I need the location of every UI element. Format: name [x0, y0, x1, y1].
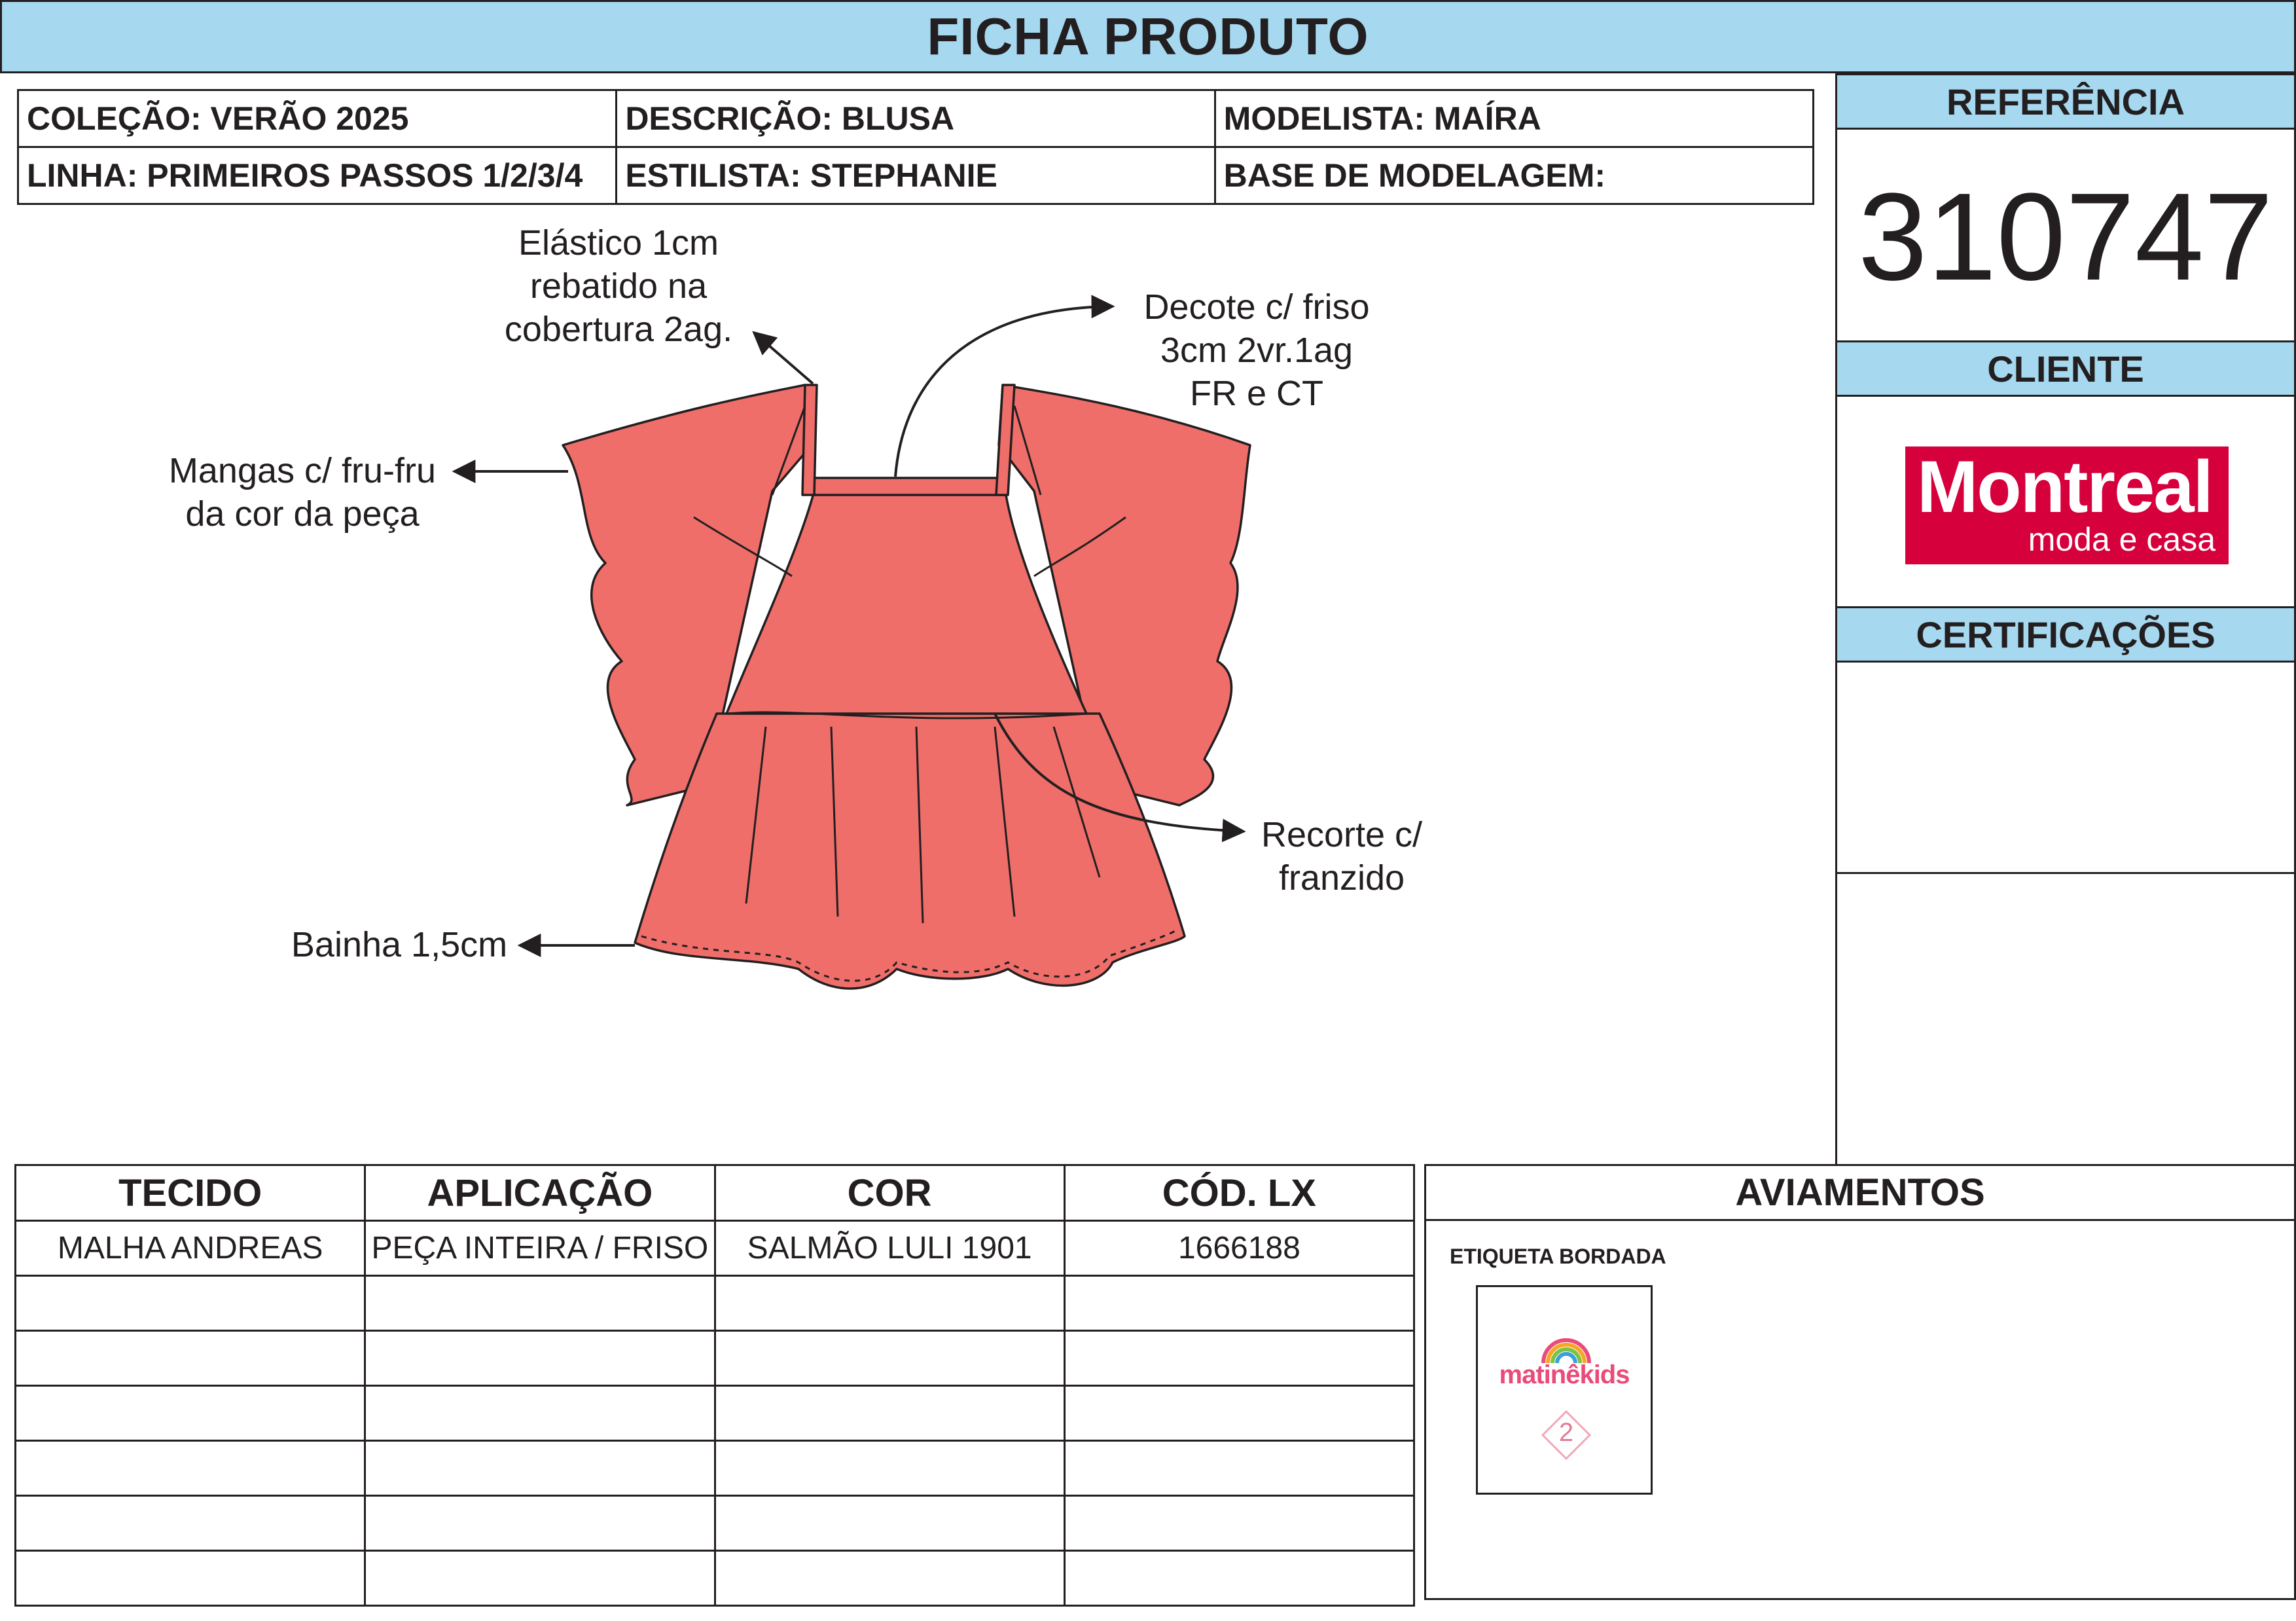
product-info-table: COLEÇÃO: VERÃO 2025 DESCRIÇÃO: BLUSA MOD… [16, 89, 1815, 205]
label-brand: matinêkids [1499, 1360, 1630, 1389]
info-row: COLEÇÃO: VERÃO 2025 DESCRIÇÃO: BLUSA MOD… [16, 89, 1815, 148]
col-aplicacao: APLICAÇÃO [364, 1164, 716, 1222]
label-size: 2 [1558, 1418, 1574, 1447]
cell [364, 1440, 716, 1497]
client-logo-sub: moda e casa [2028, 521, 2215, 558]
info-collection: COLEÇÃO: VERÃO 2025 [16, 89, 618, 148]
annotation-line: Decote c/ friso [1143, 287, 1370, 327]
table-row: MALHA ANDREAS PEÇA INTEIRA / FRISO SALMÃ… [14, 1220, 1416, 1277]
cell [14, 1330, 367, 1387]
col-tecido: TECIDO [14, 1164, 367, 1222]
cell-aplicacao: PEÇA INTEIRA / FRISO [364, 1220, 716, 1277]
cell [364, 1550, 716, 1607]
page-title: FICHA PRODUTO [0, 0, 2296, 73]
annotation-line: Mangas c/ fru-fru [168, 451, 437, 490]
info-pattern-maker: MODELISTA: MAÍRA [1213, 89, 1815, 148]
trim-item-label: ETIQUETA BORDADA [1450, 1245, 1666, 1268]
neckline-band [813, 477, 1007, 496]
cell-cod-lx: 1666188 [1063, 1220, 1416, 1277]
annotation-line: Elástico 1cm [518, 223, 719, 263]
certifications-heading: CERTIFICAÇÕES [1837, 606, 2294, 663]
cell [713, 1275, 1066, 1332]
cell [14, 1440, 367, 1497]
info-pattern-base: BASE DE MODELAGEM: [1213, 146, 1815, 205]
cell [1063, 1330, 1416, 1387]
cell [14, 1275, 367, 1332]
info-line: LINHA: PRIMEIROS PASSOS 1/2/3/4 [16, 146, 618, 205]
cell [1063, 1275, 1416, 1332]
annotation-elastico: Elástico 1cm rebatido na cobertura 2ag. [471, 221, 766, 351]
annotation-line: rebatido na [529, 266, 708, 306]
annotation-mangas: Mangas c/ fru-fru da cor da peça [152, 449, 453, 536]
annotation-bainha: Bainha 1,5cm [275, 923, 524, 966]
trims-panel: AVIAMENTOS ETIQUETA BORDADA matinêkids 2 [1424, 1164, 2296, 1600]
annotation-line: FR e CT [1189, 374, 1323, 413]
annotation-line: Recorte c/ [1261, 815, 1423, 854]
cell [364, 1495, 716, 1552]
annotation-line: franzido [1278, 858, 1405, 898]
cell [1063, 1440, 1416, 1497]
cell [713, 1330, 1066, 1387]
cell [364, 1275, 716, 1332]
cell [1063, 1385, 1416, 1442]
table-row [14, 1275, 1416, 1332]
bodice [725, 490, 1088, 715]
cell [1063, 1495, 1416, 1552]
cell-cor: SALMÃO LULI 1901 [713, 1220, 1066, 1277]
annotation-line: 3cm 2vr.1ag [1160, 331, 1354, 370]
side-panel: REFERÊNCIA 310747 CLIENTE Montreal moda … [1835, 73, 2296, 1165]
annotation-line: cobertura 2ag. [504, 310, 733, 349]
cell [364, 1330, 716, 1387]
info-row: LINHA: PRIMEIROS PASSOS 1/2/3/4 ESTILIST… [16, 146, 1815, 205]
table-row [14, 1550, 1416, 1607]
annotation-line: Bainha 1,5cm [291, 925, 508, 964]
cell [1063, 1550, 1416, 1607]
embroidered-label-image: matinêkids 2 [1476, 1285, 1653, 1495]
cell [713, 1385, 1066, 1442]
cell-tecido: MALHA ANDREAS [14, 1220, 367, 1277]
annotation-decote: Decote c/ friso 3cm 2vr.1ag FR e CT [1113, 285, 1401, 415]
materials-header-row: TECIDO APLICAÇÃO COR CÓD. LX [14, 1164, 1416, 1222]
cell [713, 1550, 1066, 1607]
reference-heading: REFERÊNCIA [1837, 73, 2294, 130]
left-strap [801, 384, 818, 496]
peplum [634, 712, 1186, 990]
cell [14, 1385, 367, 1442]
cell [713, 1495, 1066, 1552]
col-cor: COR [713, 1164, 1066, 1222]
trims-heading: AVIAMENTOS [1426, 1166, 2294, 1221]
garment-body [562, 384, 1251, 990]
table-row [14, 1330, 1416, 1387]
cell [713, 1440, 1066, 1497]
annotation-line: da cor da peça [185, 494, 420, 534]
col-cod-lx: CÓD. LX [1063, 1164, 1416, 1222]
table-row [14, 1440, 1416, 1497]
cell [14, 1495, 367, 1552]
info-stylist: ESTILISTA: STEPHANIE [615, 146, 1216, 205]
certifications-divider [1837, 872, 2294, 874]
client-logo: Montreal moda e casa [1905, 446, 2229, 564]
table-row [14, 1495, 1416, 1552]
table-row [14, 1385, 1416, 1442]
client-logo-main: Montreal [1917, 446, 2214, 528]
right-strap [995, 384, 1016, 496]
materials-table: TECIDO APLICAÇÃO COR CÓD. LX MALHA ANDRE… [14, 1164, 1416, 1607]
cell [364, 1385, 716, 1442]
cell [14, 1550, 367, 1607]
client-heading: CLIENTE [1837, 340, 2294, 397]
annotation-recorte: Recorte c/ franzido [1230, 813, 1453, 900]
info-description: DESCRIÇÃO: BLUSA [615, 89, 1216, 148]
reference-number: 310747 [1857, 168, 2273, 306]
